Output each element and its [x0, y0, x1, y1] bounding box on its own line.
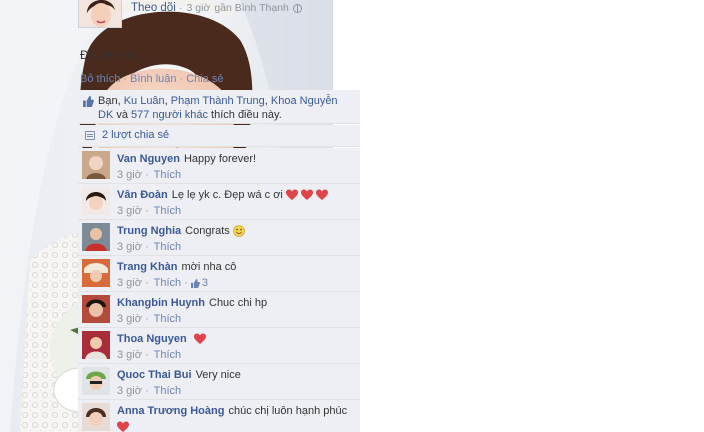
comment-time[interactable]: 3 giờ: [117, 241, 142, 253]
comment-text: Chuc chi hp: [209, 297, 268, 309]
share-icon: [85, 131, 95, 140]
action-separator: ·: [179, 73, 184, 85]
globe-icon[interactable]: [292, 3, 302, 13]
heart-icon: [315, 189, 328, 200]
commenter-name[interactable]: Thoa Nguyen: [117, 333, 187, 345]
commenter-avatar[interactable]: [82, 259, 110, 287]
share-link[interactable]: Chia sẻ: [186, 73, 223, 85]
comment-item: Van Nguyen Happy forever! 3 giờ · Thích: [78, 148, 360, 184]
commenter-avatar[interactable]: [82, 331, 110, 359]
comment-like-link[interactable]: Thích: [154, 313, 182, 325]
follow-link[interactable]: Theo dõi: [131, 2, 176, 14]
comment-like-link[interactable]: Thích: [154, 385, 182, 397]
heart-icon: [117, 421, 129, 432]
shares-label[interactable]: 2 lượt chia sẻ: [102, 129, 169, 141]
likes-summary: Bạn, Ku Luân, Phạm Thành Trung, Khoa Ngu…: [78, 90, 360, 124]
comment-text: Very nice: [195, 369, 241, 381]
commenter-name[interactable]: Van Nguyen: [117, 153, 180, 165]
comment-time[interactable]: 3 giờ: [117, 169, 142, 181]
comment-item: Vân Đoàn Lẹ lẹ yk c. Đẹp wá c ơi 3 giờ · Th…: [78, 184, 360, 220]
post-time[interactable]: 3 giờ: [187, 2, 211, 14]
comment-separator: ·: [144, 241, 149, 253]
post-location[interactable]: gần Bình Thạnh: [214, 2, 289, 14]
thumbs-up-icon: [83, 96, 94, 107]
comment-separator: ·: [144, 205, 149, 217]
comment-item: Trang Khàn mời nha cô 3 giờ · Thích · 3: [78, 256, 360, 292]
comment-text: Congrats: [185, 225, 230, 237]
comment-like-link[interactable]: Thích: [154, 277, 182, 289]
comment-text: mời nha cô: [181, 261, 237, 273]
comment-time[interactable]: 3 giờ: [117, 385, 142, 397]
post-sidebar: [332, 0, 704, 432]
comment-link[interactable]: Bình luận: [130, 73, 176, 85]
comment-like-link[interactable]: Thích: [154, 169, 182, 181]
shares-row[interactable]: 2 lượt chia sẻ: [78, 125, 360, 147]
author-avatar[interactable]: [78, 0, 122, 28]
comment-text: chúc chị luôn hạnh phúc: [228, 405, 348, 417]
comment-item: Thoa Nguyen 3 giờ · Thích: [78, 328, 360, 364]
thumbs-up-icon: [190, 278, 200, 288]
comment-like-link[interactable]: Thích: [154, 349, 182, 361]
unlike-link[interactable]: Bỏ thích: [80, 73, 120, 85]
commenter-name[interactable]: Anna Trương Hoàng: [117, 405, 224, 417]
comment-text: Happy forever!: [183, 153, 257, 165]
comment-time[interactable]: 3 giờ: [117, 313, 142, 325]
commenter-name[interactable]: Khangbin Huynh: [117, 297, 205, 309]
comment-like-link[interactable]: Thích: [154, 205, 182, 217]
commenter-avatar[interactable]: [82, 151, 110, 179]
commenter-avatar[interactable]: [82, 403, 110, 431]
comment-item: Trung Nghia Congrats 3 giờ · Thích: [78, 220, 360, 256]
comment-time[interactable]: 3 giờ: [117, 277, 142, 289]
likes-mid: và: [113, 109, 132, 121]
commenter-name[interactable]: Trang Khàn: [117, 261, 178, 273]
heart-icon: [300, 189, 313, 200]
commenter-avatar[interactable]: [82, 295, 110, 323]
like-count-value: 3: [201, 277, 208, 289]
comment-separator: ·: [144, 385, 149, 397]
comment-separator: ·: [184, 277, 188, 289]
action-separator: ·: [123, 73, 128, 85]
author-avatar-image: [79, 0, 121, 27]
commenter-avatar[interactable]: [82, 367, 110, 395]
comment-like-link[interactable]: Thích: [154, 241, 182, 253]
comment-item: Khangbin Huynh Chuc chi hp 3 giờ · Thích: [78, 292, 360, 328]
comment-separator: ·: [144, 313, 149, 325]
post-text: Đã đến lúc ,,,,,: [80, 48, 158, 62]
liker-1[interactable]: Ku Luân: [124, 95, 165, 107]
comment-like-count[interactable]: 3: [190, 277, 208, 289]
comment-separator: ·: [144, 169, 149, 181]
commenter-avatar[interactable]: [82, 187, 110, 215]
comment-time[interactable]: 3 giờ: [117, 205, 142, 217]
liker-2[interactable]: Phạm Thành Trung: [171, 95, 265, 107]
comment-time[interactable]: 3 giờ: [117, 349, 142, 361]
others-link[interactable]: 577 người khác: [131, 109, 208, 121]
commenter-name[interactable]: Trung Nghia: [117, 225, 181, 237]
heart-icon: [193, 333, 206, 344]
likes-suffix: thích điều này.: [207, 109, 282, 121]
post-actions: Bỏ thích · Bình luận · Chia sẻ: [80, 73, 223, 85]
comment-text: Lẹ lẹ yk c. Đẹp wá c ơi: [171, 189, 283, 201]
commenter-name[interactable]: Vân Đoàn: [117, 189, 168, 201]
comment-separator: ·: [144, 349, 149, 361]
comment-item: Anna Trương Hoàng chúc chị luôn hạnh phúc: [78, 400, 360, 432]
scrollbar[interactable]: [696, 0, 702, 432]
commenter-name[interactable]: Quoc Thai Bui: [117, 369, 192, 381]
heart-icon: [285, 189, 298, 200]
post-meta: · 3 giờ gần Bình Thạnh: [179, 2, 302, 14]
commenter-avatar[interactable]: [82, 223, 110, 251]
smiley-icon: [233, 225, 245, 237]
comment-item: Quoc Thai Bui Very nice 3 giờ · Thích: [78, 364, 360, 400]
comment-separator: ·: [144, 277, 149, 289]
likes-prefix: Bạn,: [98, 95, 124, 107]
meta-dot: ·: [179, 2, 183, 14]
